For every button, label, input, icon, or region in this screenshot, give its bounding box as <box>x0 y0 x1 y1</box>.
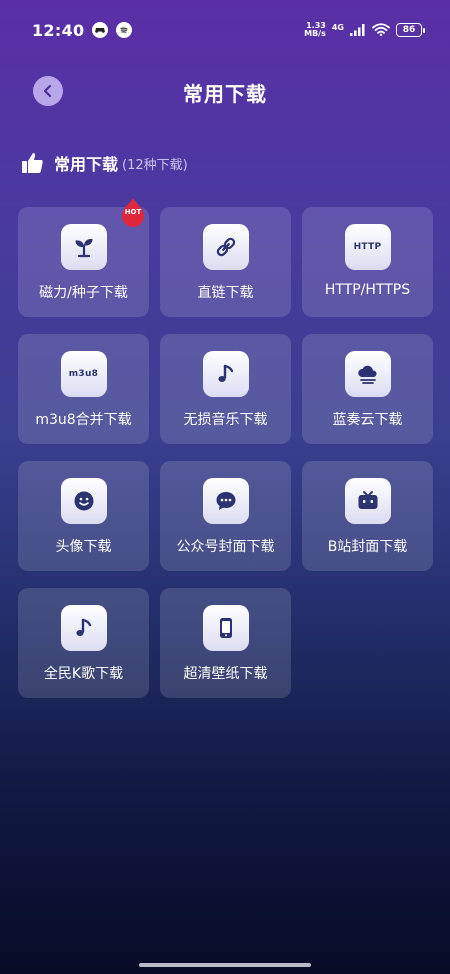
tile-label: 无损音乐下载 <box>183 412 268 428</box>
smiley-icon <box>60 478 107 524</box>
tile-lanzou-cloud[interactable]: 蓝奏云下载 <box>302 334 433 444</box>
link-icon <box>202 224 249 270</box>
game-controller-icon <box>92 22 109 38</box>
sprout-icon <box>60 224 107 270</box>
tile-label: 蓝奏云下载 <box>332 412 403 428</box>
header: 常用下载 <box>0 66 450 116</box>
tile-magnet-torrent[interactable]: HOT 磁力/种子下载 <box>18 198 149 317</box>
tile-label: 头像下载 <box>55 539 112 555</box>
tile-bilibili-cover[interactable]: B站封面下载 <box>302 461 433 571</box>
net-speed-unit: MB/s <box>304 29 326 38</box>
tile-avatar[interactable]: 头像下载 <box>18 461 149 571</box>
tile-official-account-cover[interactable]: 公众号封面下载 <box>160 461 291 571</box>
tile-http[interactable]: HTTP HTTP/HTTPS <box>302 207 433 317</box>
http-icon-text: HTTP <box>353 242 382 252</box>
signal-icon <box>350 21 366 40</box>
tile-label: 直链下载 <box>197 285 254 301</box>
status-bar: 12:40 1.33 MB/s 4G 86 <box>0 0 450 60</box>
tile-label: 全民K歌下载 <box>43 666 124 682</box>
music-note-icon <box>202 351 249 397</box>
tile-label: B站封面下载 <box>327 539 408 555</box>
status-right: 1.33 MB/s 4G 86 <box>304 21 425 40</box>
tile-direct-link[interactable]: 直链下载 <box>160 207 291 317</box>
tile-label: 公众号封面下载 <box>176 539 275 555</box>
network-type: 4G <box>331 22 344 32</box>
tile-label: 磁力/种子下载 <box>39 285 128 301</box>
thumbs-up-icon <box>20 150 46 176</box>
download-grid: HOT 磁力/种子下载 直链下载 HTTP HTTP/HTTPS m3u8 m3… <box>18 198 433 698</box>
http-icon: HTTP <box>344 224 391 270</box>
network-speed: 1.33 MB/s <box>304 22 326 38</box>
tile-lossless-music[interactable]: 无损音乐下载 <box>160 334 291 444</box>
tv-icon <box>344 478 391 524</box>
home-indicator[interactable] <box>139 963 311 967</box>
chat-bubble-icon <box>202 478 249 524</box>
wifi-icon <box>372 21 390 40</box>
music-note-icon <box>60 605 107 651</box>
page-title: 常用下载 <box>183 82 267 106</box>
tile-hd-wallpaper[interactable]: 超清壁纸下载 <box>160 588 291 698</box>
tile-label: m3u8合并下载 <box>35 412 132 428</box>
phone-icon <box>202 605 249 651</box>
hot-badge: HOT <box>119 197 147 227</box>
spotify-icon <box>116 22 133 38</box>
section-count: (12种下载) <box>122 157 188 173</box>
hot-label: HOT <box>124 208 142 216</box>
tile-label: HTTP/HTTPS <box>324 282 411 298</box>
tile-m3u8[interactable]: m3u8 m3u8合并下载 <box>18 334 149 444</box>
tile-label: 超清壁纸下载 <box>183 666 268 682</box>
cloud-icon <box>344 351 391 397</box>
section-header: 常用下载 (12种下载) <box>20 148 188 178</box>
battery-indicator: 86 <box>396 23 425 37</box>
m3u8-icon-text: m3u8 <box>68 369 99 379</box>
section-title: 常用下载 <box>54 155 119 174</box>
tile-karaoke[interactable]: 全民K歌下载 <box>18 588 149 698</box>
m3u8-icon: m3u8 <box>60 351 107 397</box>
status-time: 12:40 <box>32 20 85 40</box>
